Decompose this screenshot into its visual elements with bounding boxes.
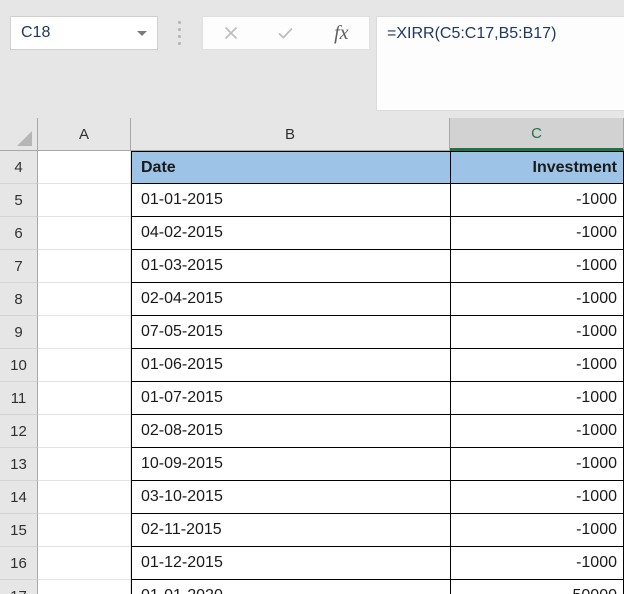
- table-row: 03-10-2015 -1000: [38, 481, 624, 514]
- grip-dot: [177, 28, 181, 31]
- cell-b14[interactable]: 03-10-2015: [131, 481, 450, 514]
- table-row: 01-01-2020 50000: [38, 580, 624, 594]
- row-header-7[interactable]: 7: [0, 250, 38, 283]
- row-header-17[interactable]: 17: [0, 580, 38, 594]
- column-header-c[interactable]: C: [450, 118, 624, 151]
- formula-bar-grip-handle[interactable]: [176, 21, 182, 45]
- cell-a9[interactable]: [38, 316, 131, 349]
- cell-b15[interactable]: 02-11-2015: [131, 514, 450, 547]
- select-all-button[interactable]: [0, 118, 38, 151]
- table-row: 01-06-2015 -1000: [38, 349, 624, 382]
- fx-insert-function-icon: fx: [334, 22, 349, 44]
- column-header-a[interactable]: A: [38, 118, 131, 151]
- cell-a7[interactable]: [38, 250, 131, 283]
- cell-a4[interactable]: [38, 151, 131, 184]
- cell-c9[interactable]: -1000: [450, 316, 624, 349]
- cell-a5[interactable]: [38, 184, 131, 217]
- table-row: 01-07-2015 -1000: [38, 382, 624, 415]
- enter-button[interactable]: [264, 17, 308, 49]
- cell-b8[interactable]: 02-04-2015: [131, 283, 450, 316]
- cell-c12[interactable]: -1000: [450, 415, 624, 448]
- table-row: 10-09-2015 -1000: [38, 448, 624, 481]
- formula-input[interactable]: =XIRR(C5:C17,B5:B17): [376, 16, 624, 111]
- cell-c11[interactable]: -1000: [450, 382, 624, 415]
- grip-dot: [177, 35, 181, 38]
- grip-dot: [177, 42, 181, 45]
- cancel-x-icon: [224, 26, 237, 40]
- cell-a8[interactable]: [38, 283, 131, 316]
- table-row: 02-11-2015 -1000: [38, 514, 624, 547]
- cell-a6[interactable]: [38, 217, 131, 250]
- cell-b5[interactable]: 01-01-2015: [131, 184, 450, 217]
- row-header-14[interactable]: 14: [0, 481, 38, 514]
- cell-a10[interactable]: [38, 349, 131, 382]
- column-header-row: A B C: [0, 118, 624, 151]
- row-header-13[interactable]: 13: [0, 448, 38, 481]
- cell-b11[interactable]: 01-07-2015: [131, 382, 450, 415]
- cell-b17[interactable]: 01-01-2020: [131, 580, 450, 594]
- cell-c10[interactable]: -1000: [450, 349, 624, 382]
- grip-dot: [177, 21, 181, 24]
- cell-c5[interactable]: -1000: [450, 184, 624, 217]
- formula-bar-strip: C18 fx =XIRR(C5:C17,B5:B17): [0, 0, 624, 118]
- cell-b13[interactable]: 10-09-2015: [131, 448, 450, 481]
- cell-b7[interactable]: 01-03-2015: [131, 250, 450, 283]
- select-all-corner-icon: [17, 131, 32, 146]
- cell-c7[interactable]: -1000: [450, 250, 624, 283]
- table-row: 04-02-2015 -1000: [38, 217, 624, 250]
- table-row: 07-05-2015 -1000: [38, 316, 624, 349]
- cancel-button[interactable]: [209, 17, 253, 49]
- table-header-row: Date Investment: [38, 151, 624, 184]
- row-header-5[interactable]: 5: [0, 184, 38, 217]
- chevron-down-icon[interactable]: [137, 30, 147, 36]
- row-header-16[interactable]: 16: [0, 547, 38, 580]
- cell-b12[interactable]: 02-08-2015: [131, 415, 450, 448]
- cell-c16[interactable]: -1000: [450, 547, 624, 580]
- cell-a14[interactable]: [38, 481, 131, 514]
- table-row: 01-03-2015 -1000: [38, 250, 624, 283]
- table-row: 01-12-2015 -1000: [38, 547, 624, 580]
- table-row: 02-08-2015 -1000: [38, 415, 624, 448]
- cell-c6[interactable]: -1000: [450, 217, 624, 250]
- cell-b9[interactable]: 07-05-2015: [131, 316, 450, 349]
- row-header-12[interactable]: 12: [0, 415, 38, 448]
- row-header-column: 4 5 6 7 8 9 10 11 12 13 14 15 16 17 18: [0, 151, 38, 594]
- cell-area: Date Investment 01-01-2015 -1000 04-02-2…: [38, 151, 624, 594]
- row-header-8[interactable]: 8: [0, 283, 38, 316]
- cell-c14[interactable]: -1000: [450, 481, 624, 514]
- enter-check-icon: [278, 27, 294, 39]
- cell-c4[interactable]: Investment: [450, 151, 624, 184]
- cell-a15[interactable]: [38, 514, 131, 547]
- insert-function-button[interactable]: fx: [319, 17, 363, 49]
- cell-a11[interactable]: [38, 382, 131, 415]
- row-header-10[interactable]: 10: [0, 349, 38, 382]
- cell-c8[interactable]: -1000: [450, 283, 624, 316]
- cell-a17[interactable]: [38, 580, 131, 594]
- cell-b6[interactable]: 04-02-2015: [131, 217, 450, 250]
- cell-c13[interactable]: -1000: [450, 448, 624, 481]
- table-row: 01-01-2015 -1000: [38, 184, 624, 217]
- name-box[interactable]: C18: [10, 16, 158, 50]
- formula-command-buttons: fx: [202, 16, 370, 50]
- name-box-value: C18: [21, 25, 51, 41]
- cell-c17[interactable]: 50000: [450, 580, 624, 594]
- cell-b16[interactable]: 01-12-2015: [131, 547, 450, 580]
- row-header-9[interactable]: 9: [0, 316, 38, 349]
- row-header-15[interactable]: 15: [0, 514, 38, 547]
- cell-c15[interactable]: -1000: [450, 514, 624, 547]
- column-header-b[interactable]: B: [131, 118, 450, 151]
- spreadsheet-grid: A B C 4 5 6 7 8 9 10 11 12 13 14 15 16 1…: [0, 118, 624, 594]
- cell-b10[interactable]: 01-06-2015: [131, 349, 450, 382]
- cell-b4[interactable]: Date: [131, 151, 450, 184]
- cell-a13[interactable]: [38, 448, 131, 481]
- cell-a12[interactable]: [38, 415, 131, 448]
- cell-a16[interactable]: [38, 547, 131, 580]
- row-header-6[interactable]: 6: [0, 217, 38, 250]
- table-row: 02-04-2015 -1000: [38, 283, 624, 316]
- row-header-11[interactable]: 11: [0, 382, 38, 415]
- row-header-4[interactable]: 4: [0, 151, 38, 184]
